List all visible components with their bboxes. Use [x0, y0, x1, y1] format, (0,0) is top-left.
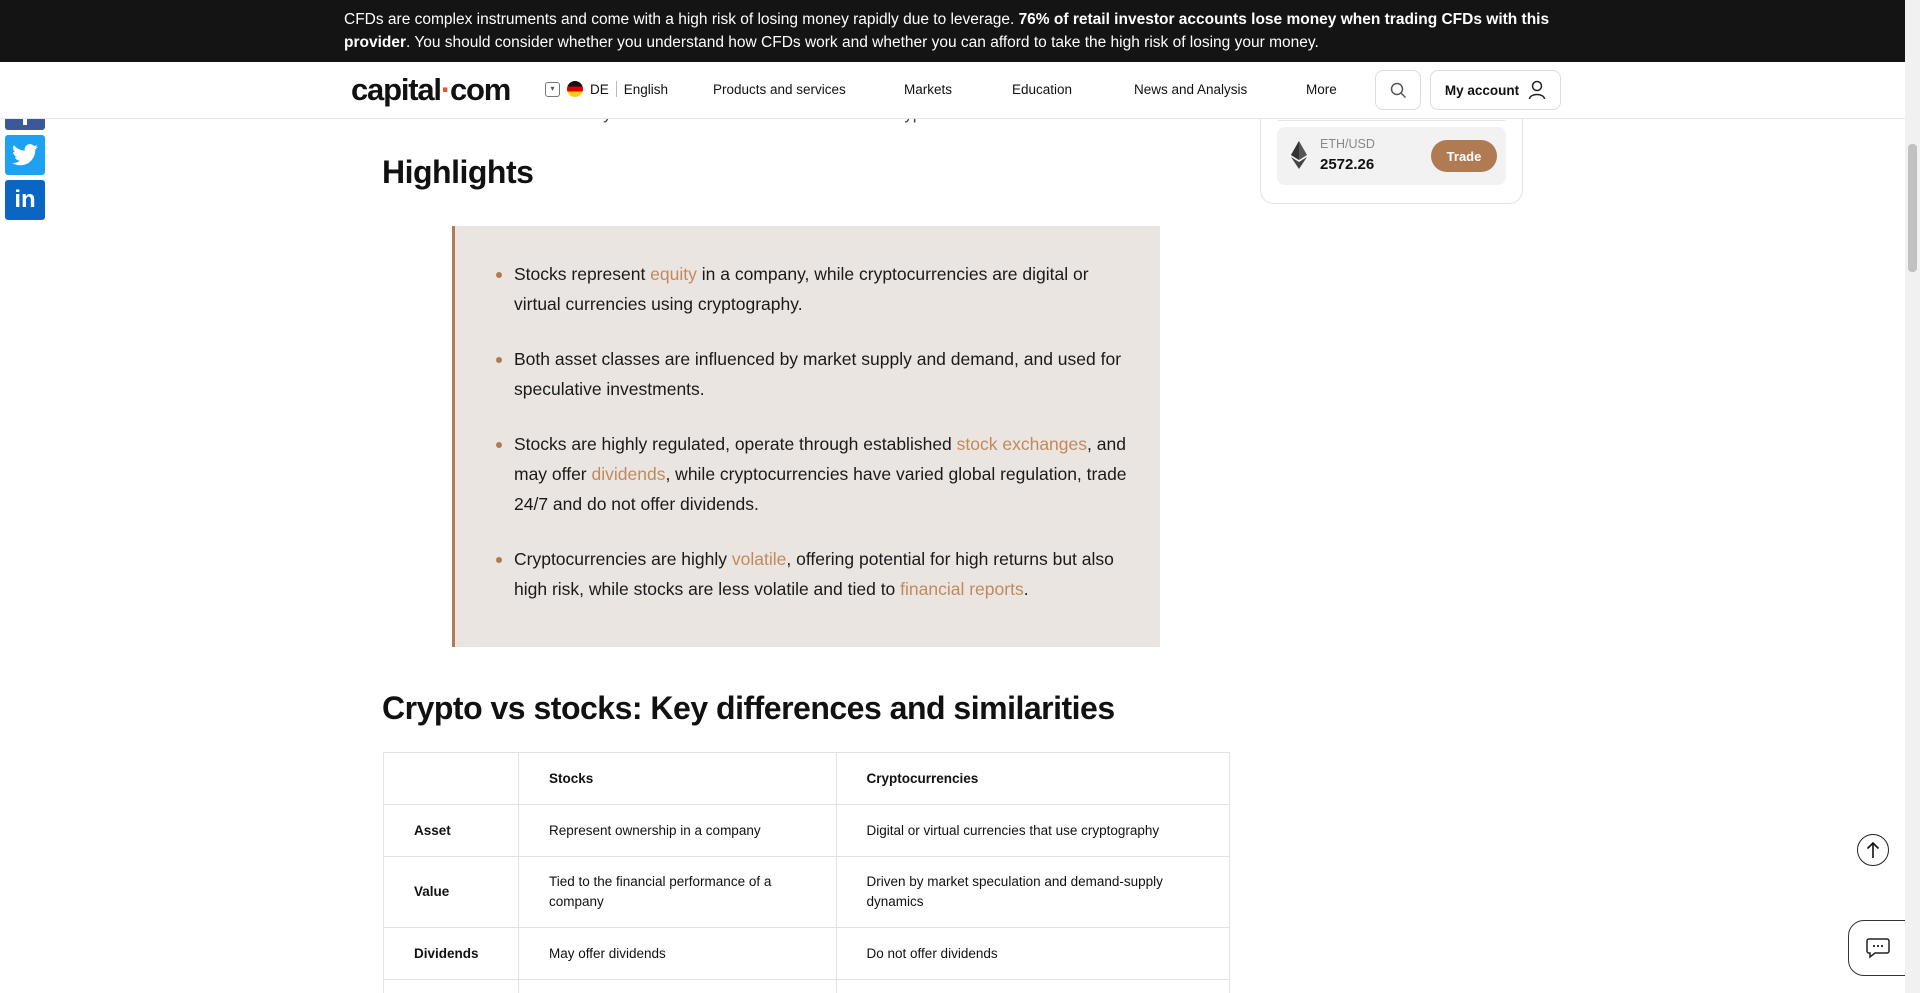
my-account-label: My account [1444, 82, 1520, 98]
list-item: Both asset classes are influenced by mar… [496, 344, 1134, 404]
financial-reports-link[interactable]: financial reports [900, 579, 1024, 599]
divider [615, 81, 617, 97]
capital-com-logo[interactable]: capital·com [351, 72, 511, 108]
ticker-price: 2572.26 [1320, 156, 1375, 173]
table-cell [835, 979, 1231, 993]
nav-news-and-analysis[interactable]: News and Analysis [1134, 82, 1247, 97]
table-cell: Do not offer dividends [835, 927, 1231, 980]
dividends-link[interactable]: dividends [592, 464, 666, 484]
chat-button[interactable] [1848, 920, 1908, 976]
twitter-icon [12, 144, 38, 166]
table-cell: Tied to the financial performance of a c… [517, 856, 837, 928]
linkedin-icon: in [14, 186, 36, 213]
equity-link[interactable]: equity [650, 264, 697, 284]
volatile-link[interactable]: volatile [732, 549, 786, 569]
table-cell: Driven by market speculation and demand-… [835, 856, 1231, 928]
table-cell: Represent ownership in a company [517, 804, 837, 857]
language-label: English [623, 81, 669, 97]
nav-markets[interactable]: Markets [904, 82, 952, 97]
nav-products-and-services[interactable]: Products and services [713, 82, 846, 97]
stock-exchanges-link[interactable]: stock exchanges [957, 434, 1087, 454]
search-button[interactable] [1375, 70, 1421, 110]
ticker-pair: ETH/USD [1320, 137, 1375, 151]
list-item: Cryptocurrencies are highly volatile, of… [496, 544, 1134, 604]
row-label: Dividends [383, 927, 519, 980]
row-label: Value [383, 856, 519, 928]
table-row [383, 979, 1231, 993]
region-language-selector[interactable]: ▾ DE English [545, 81, 668, 97]
table-header-row: Stocks Cryptocurrencies [383, 752, 1231, 805]
nav-education[interactable]: Education [1012, 82, 1072, 97]
risk-warning-banner: CFDs are complex instruments and come wi… [0, 0, 1905, 62]
risk-warning-text: CFDs are complex instruments and come wi… [344, 11, 1550, 51]
table-cell: May offer dividends [517, 927, 837, 980]
table-cell: Digital or virtual currencies that use c… [835, 804, 1231, 857]
table-cell [517, 979, 837, 993]
list-item: Stocks are highly regulated, operate thr… [496, 429, 1134, 519]
row-label: Asset [383, 804, 519, 857]
highlights-heading: Highlights [382, 154, 534, 190]
trade-button[interactable]: Trade [1431, 140, 1497, 172]
eth-usd-ticker[interactable]: ETH/USD 2572.26 Trade [1277, 127, 1506, 185]
highlights-box: Stocks represent equity in a company, wh… [452, 226, 1160, 647]
table-row: Asset Represent ownership in a company D… [383, 804, 1231, 857]
ethereum-icon [1291, 141, 1307, 169]
comparison-heading: Crypto vs stocks: Key differences and si… [382, 690, 1115, 726]
scroll-to-top-button[interactable] [1857, 834, 1889, 866]
linkedin-share-button[interactable]: in [5, 180, 45, 220]
arrow-up-icon [1866, 841, 1880, 858]
site-header: capital·com ▾ DE English Products and se… [0, 62, 1905, 119]
table-cell [383, 979, 519, 993]
table-row: Dividends May offer dividends Do not off… [383, 927, 1231, 980]
table-row: Value Tied to the financial performance … [383, 856, 1231, 928]
germany-flag-icon [567, 81, 583, 97]
search-icon [1390, 82, 1406, 98]
user-icon [1528, 80, 1546, 100]
list-item: Stocks represent equity in a company, wh… [496, 259, 1134, 319]
table-header-cell: Cryptocurrencies [835, 752, 1231, 805]
chat-icon [1866, 938, 1890, 959]
page-scrollbar[interactable] [1905, 0, 1920, 993]
table-header-cell [383, 752, 519, 805]
previous-ticker-edge [1277, 119, 1506, 121]
my-account-button[interactable]: My account [1430, 70, 1561, 110]
twitter-share-button[interactable] [5, 135, 45, 175]
comparison-table: Stocks Cryptocurrencies Asset Represent … [383, 752, 1231, 993]
region-code: DE [590, 81, 609, 97]
chevron-down-icon: ▾ [545, 81, 560, 97]
nav-more[interactable]: More [1306, 82, 1337, 97]
market-ticker-widget: ETH/USD 2572.26 Trade [1260, 119, 1523, 204]
table-header-cell: Stocks [517, 752, 837, 805]
scrollbar-thumb[interactable] [1908, 144, 1917, 272]
highlights-list: Stocks represent equity in a company, wh… [496, 259, 1134, 629]
